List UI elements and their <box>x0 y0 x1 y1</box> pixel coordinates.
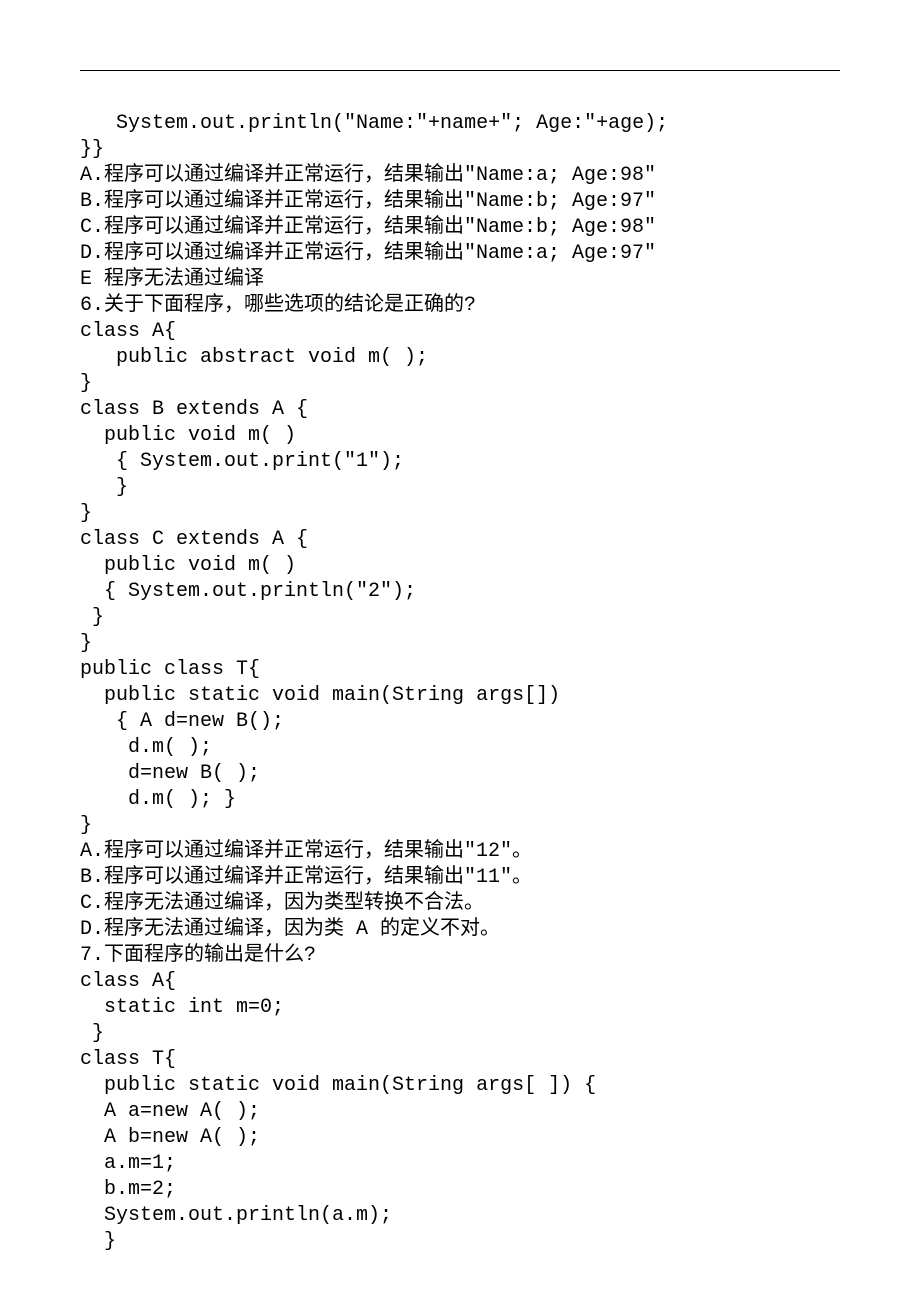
text-line: class C extends A { <box>80 527 840 553</box>
text-line: System.out.println(a.m); <box>80 1203 840 1229</box>
text-line: d.m( ); <box>80 735 840 761</box>
text-line: 7.下面程序的输出是什么? <box>80 943 840 969</box>
document-page: System.out.println("Name:"+name+"; Age:"… <box>0 0 920 1315</box>
text-line: 6.关于下面程序，哪些选项的结论是正确的? <box>80 293 840 319</box>
text-line: public static void main(String args[]) <box>80 683 840 709</box>
text-line: B.程序可以通过编译并正常运行，结果输出"11"。 <box>80 865 840 891</box>
text-line: }} <box>80 137 840 163</box>
text-line: } <box>80 605 840 631</box>
text-line: public void m( ) <box>80 423 840 449</box>
text-line: } <box>80 371 840 397</box>
text-line: class B extends A { <box>80 397 840 423</box>
text-line: A a=new A( ); <box>80 1099 840 1125</box>
text-line: d.m( ); } <box>80 787 840 813</box>
text-line: b.m=2; <box>80 1177 840 1203</box>
text-line: D.程序无法通过编译，因为类 A 的定义不对。 <box>80 917 840 943</box>
text-line: E 程序无法通过编译 <box>80 267 840 293</box>
text-line: } <box>80 475 840 501</box>
text-line: A.程序可以通过编译并正常运行，结果输出"12"。 <box>80 839 840 865</box>
text-line: public static void main(String args[ ]) … <box>80 1073 840 1099</box>
text-line: { System.out.println("2"); <box>80 579 840 605</box>
text-line: public abstract void m( ); <box>80 345 840 371</box>
text-line: { System.out.print("1"); <box>80 449 840 475</box>
text-line: d=new B( ); <box>80 761 840 787</box>
text-line: { A d=new B(); <box>80 709 840 735</box>
document-body: System.out.println("Name:"+name+"; Age:"… <box>80 111 840 1255</box>
text-line: } <box>80 813 840 839</box>
text-line: class A{ <box>80 319 840 345</box>
top-divider <box>80 70 840 71</box>
text-line: } <box>80 501 840 527</box>
text-line: B.程序可以通过编译并正常运行，结果输出"Name:b; Age:97" <box>80 189 840 215</box>
text-line: } <box>80 1021 840 1047</box>
text-line: class T{ <box>80 1047 840 1073</box>
text-line: } <box>80 631 840 657</box>
text-line: A.程序可以通过编译并正常运行，结果输出"Name:a; Age:98" <box>80 163 840 189</box>
text-line: C.程序可以通过编译并正常运行，结果输出"Name:b; Age:98" <box>80 215 840 241</box>
text-line: class A{ <box>80 969 840 995</box>
text-line: public void m( ) <box>80 553 840 579</box>
text-line: } <box>80 1229 840 1255</box>
text-line: A b=new A( ); <box>80 1125 840 1151</box>
text-line: C.程序无法通过编译，因为类型转换不合法。 <box>80 891 840 917</box>
text-line: static int m=0; <box>80 995 840 1021</box>
text-line: D.程序可以通过编译并正常运行，结果输出"Name:a; Age:97" <box>80 241 840 267</box>
text-line: public class T{ <box>80 657 840 683</box>
text-line: a.m=1; <box>80 1151 840 1177</box>
text-line: System.out.println("Name:"+name+"; Age:"… <box>80 111 840 137</box>
